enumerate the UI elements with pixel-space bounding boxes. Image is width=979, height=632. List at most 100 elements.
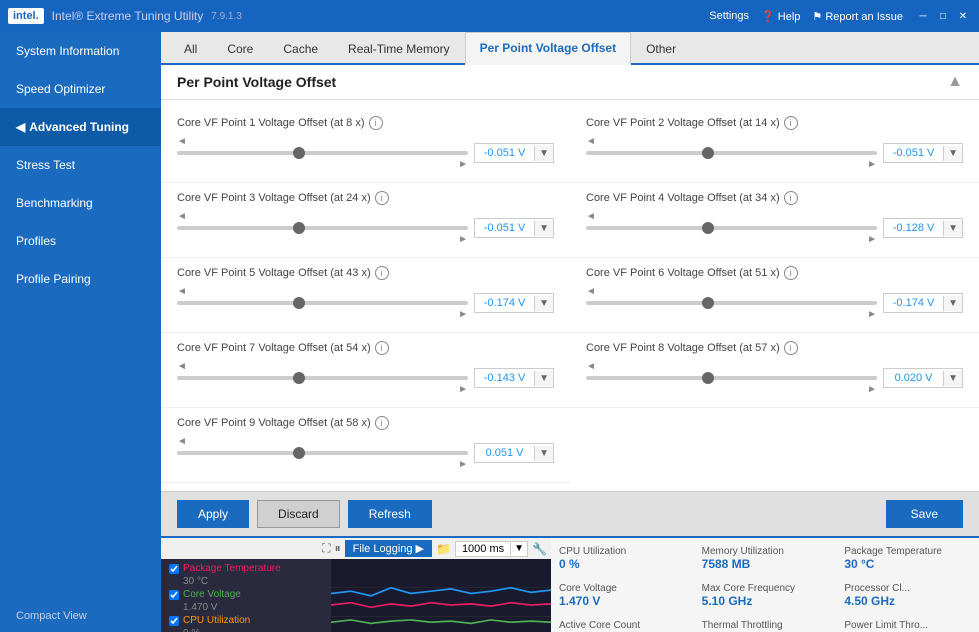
vf8-info-icon[interactable]: i: [784, 341, 798, 355]
vf-point-3: Core VF Point 3 Voltage Offset (at 24 x)…: [161, 183, 570, 258]
vf-point-4: Core VF Point 4 Voltage Offset (at 34 x)…: [570, 183, 979, 258]
vf6-info-icon[interactable]: i: [784, 266, 798, 280]
tab-core[interactable]: Core: [212, 33, 268, 65]
vf2-right-arrow[interactable]: ►: [867, 159, 877, 170]
vf3-slider[interactable]: [177, 226, 468, 230]
vf1-slider[interactable]: [177, 151, 468, 155]
vf5-slider[interactable]: [177, 301, 468, 305]
tab-per-point-voltage[interactable]: Per Point Voltage Offset: [465, 32, 631, 65]
save-button[interactable]: Save: [886, 500, 963, 528]
legend-core-voltage-checkbox[interactable]: [169, 590, 179, 600]
stats-area: CPU Utilization 0 % Memory Utilization 7…: [551, 538, 979, 632]
expand-icon[interactable]: ⛶: [322, 541, 330, 556]
vf8-left-arrow[interactable]: ◄: [586, 361, 596, 372]
vf4-left-arrow[interactable]: ◄: [586, 211, 596, 222]
vf4-dropdown[interactable]: ▼: [943, 221, 962, 236]
tab-all[interactable]: All: [169, 33, 212, 65]
help-link[interactable]: ❓ Help: [761, 10, 800, 23]
vf1-left-arrow[interactable]: ◄: [177, 136, 187, 147]
tab-other[interactable]: Other: [631, 33, 691, 65]
vf5-info-icon[interactable]: i: [375, 266, 389, 280]
vf7-dropdown[interactable]: ▼: [534, 371, 553, 386]
folder-icon[interactable]: 📁: [436, 542, 451, 556]
vf8-slider[interactable]: [586, 376, 877, 380]
tab-real-time-memory[interactable]: Real-Time Memory: [333, 33, 465, 65]
vf7-left-arrow[interactable]: ◄: [177, 361, 187, 372]
vf5-dropdown[interactable]: ▼: [534, 296, 553, 311]
tab-cache[interactable]: Cache: [268, 33, 333, 65]
vf9-value-box: 0.051 V ▼: [474, 443, 554, 463]
page-header: Per Point Voltage Offset ▲: [161, 65, 979, 100]
vf9-value: 0.051 V: [475, 444, 534, 462]
vf3-left-arrow[interactable]: ◄: [177, 211, 187, 222]
settings-link[interactable]: Settings: [709, 10, 749, 22]
vf7-info-icon[interactable]: i: [375, 341, 389, 355]
vf9-right-arrow[interactable]: ►: [458, 459, 468, 470]
sidebar-item-benchmarking[interactable]: Benchmarking: [0, 184, 161, 222]
vf9-dropdown[interactable]: ▼: [534, 446, 553, 461]
maximize-button[interactable]: □: [935, 8, 951, 24]
legend-package-temp-checkbox[interactable]: [169, 564, 179, 574]
vf6-dropdown[interactable]: ▼: [943, 296, 962, 311]
vf1-right-arrow[interactable]: ►: [458, 159, 468, 170]
legend-package-temp[interactable]: Package Temperature: [169, 563, 323, 574]
vf4-right-arrow[interactable]: ►: [867, 234, 877, 245]
vf6-slider[interactable]: [586, 301, 877, 305]
sidebar-item-system-information[interactable]: System Information: [0, 32, 161, 70]
vf2-left-arrow[interactable]: ◄: [586, 136, 596, 147]
vf3-dropdown[interactable]: ▼: [534, 221, 553, 236]
legend-cpu-utilization-checkbox[interactable]: [169, 616, 179, 626]
vf8-value-box: 0.020 V ▼: [883, 368, 963, 388]
vf3-info-icon[interactable]: i: [375, 191, 389, 205]
apply-button[interactable]: Apply: [177, 500, 249, 528]
vf8-right-arrow[interactable]: ►: [867, 384, 877, 395]
vf6-left-arrow[interactable]: ◄: [586, 286, 596, 297]
sidebar-item-profile-pairing[interactable]: Profile Pairing: [0, 260, 161, 298]
vf-point-8: Core VF Point 8 Voltage Offset (at 57 x)…: [570, 333, 979, 408]
time-interval-select[interactable]: 1000 ms ▼: [455, 541, 528, 557]
vf4-info-icon[interactable]: i: [784, 191, 798, 205]
vf9-info-icon[interactable]: i: [375, 416, 389, 430]
vf4-slider[interactable]: [586, 226, 877, 230]
vf5-left-arrow[interactable]: ◄: [177, 286, 187, 297]
app-title: Intel® Extreme Tuning Utility: [52, 9, 204, 23]
vf9-left-arrow[interactable]: ◄: [177, 436, 187, 447]
title-bar: intel. Intel® Extreme Tuning Utility 7.9…: [0, 0, 979, 32]
vf2-slider[interactable]: [586, 151, 877, 155]
vf8-dropdown[interactable]: ▼: [943, 371, 962, 386]
vf7-value-box: -0.143 V ▼: [474, 368, 554, 388]
vf7-slider[interactable]: [177, 376, 468, 380]
vf7-right-arrow[interactable]: ►: [458, 384, 468, 395]
vf3-right-arrow[interactable]: ►: [458, 234, 468, 245]
vf5-value: -0.174 V: [475, 294, 534, 312]
sidebar-item-speed-optimizer[interactable]: Speed Optimizer: [0, 70, 161, 108]
vf6-right-arrow[interactable]: ►: [867, 309, 877, 320]
collapse-icon: ◀: [16, 120, 25, 134]
compact-view-link[interactable]: Compact View: [0, 600, 161, 632]
vf9-slider[interactable]: [177, 451, 468, 455]
vf2-info-icon[interactable]: i: [784, 116, 798, 130]
vf6-value-box: -0.174 V ▼: [883, 293, 963, 313]
minimize-button[interactable]: ─: [915, 8, 931, 24]
file-logging-button[interactable]: File Logging ▶: [345, 540, 432, 557]
refresh-button[interactable]: Refresh: [348, 500, 432, 528]
vf-point-2: Core VF Point 2 Voltage Offset (at 14 x)…: [570, 108, 979, 183]
vf5-right-arrow[interactable]: ►: [458, 309, 468, 320]
discard-button[interactable]: Discard: [257, 500, 340, 528]
sidebar-item-profiles[interactable]: Profiles: [0, 222, 161, 260]
scroll-up-icon[interactable]: ▲: [947, 73, 963, 91]
page-content: Per Point Voltage Offset ▲ Core VF Point…: [161, 65, 979, 632]
close-button[interactable]: ✕: [955, 8, 971, 24]
vf1-dropdown[interactable]: ▼: [534, 146, 553, 161]
sidebar-item-advanced-tuning[interactable]: ◀ Advanced Tuning: [0, 108, 161, 146]
settings-chart-icon[interactable]: 🔧: [532, 542, 547, 556]
vf2-value-box: -0.051 V ▼: [883, 143, 963, 163]
pause-chart-icon[interactable]: ⏸: [335, 541, 341, 556]
legend-cpu-utilization[interactable]: CPU Utilization: [169, 615, 323, 626]
vf3-value: -0.051 V: [475, 219, 534, 237]
vf1-info-icon[interactable]: i: [369, 116, 383, 130]
sidebar-item-stress-test[interactable]: Stress Test: [0, 146, 161, 184]
legend-core-voltage[interactable]: Core Voltage: [169, 589, 323, 600]
vf2-dropdown[interactable]: ▼: [943, 146, 962, 161]
report-link[interactable]: ⚑ Report an Issue: [812, 10, 903, 23]
